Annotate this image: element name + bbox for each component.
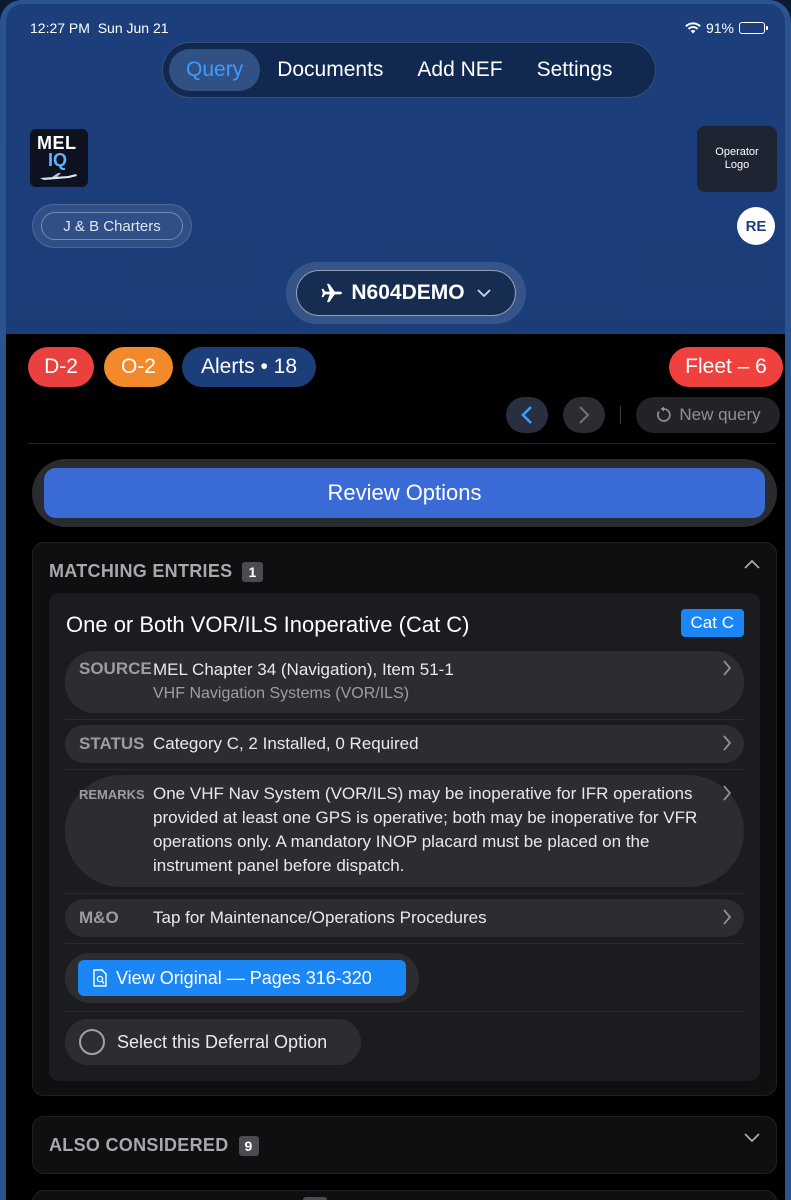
query-nav-row: New query: [6, 394, 785, 438]
section-title: ALSO CONSIDERED: [49, 1135, 229, 1155]
user-avatar[interactable]: RE: [737, 207, 775, 245]
deferral-o-badge[interactable]: O-2: [104, 347, 173, 387]
new-query-label: New query: [679, 405, 761, 424]
divider: [28, 443, 775, 444]
chevron-up-icon[interactable]: [744, 559, 760, 569]
status-value: Category C, 2 Installed, 0 Required: [153, 734, 419, 753]
app-logo-line2: IQ: [48, 150, 68, 170]
next-section-partial: [32, 1190, 777, 1200]
aircraft-selector[interactable]: N604DEMO: [286, 262, 526, 324]
mo-value: Tap for Maintenance/Operations Procedure…: [153, 908, 487, 927]
chevron-right-icon: [723, 909, 732, 925]
status-bar: 12:27 PM Sun Jun 21 91%: [30, 18, 768, 38]
also-considered-header[interactable]: ALSO CONSIDERED 9: [49, 1135, 259, 1156]
select-option-label: Select this Deferral Option: [117, 1031, 328, 1052]
next-button[interactable]: [563, 397, 605, 433]
row-divider: [65, 943, 744, 944]
remarks-label: REMARKS: [79, 787, 145, 802]
category-badge: Cat C: [680, 609, 744, 637]
fleet-badge[interactable]: Fleet – 6: [669, 347, 783, 387]
tab-query[interactable]: Query: [169, 49, 261, 91]
clock: 12:27 PM: [30, 20, 90, 36]
row-divider: [65, 1011, 744, 1012]
review-options-container: Review Options: [32, 459, 777, 527]
view-original-container: View Original — Pages 316-320: [65, 953, 419, 1003]
maintenance-operations-row[interactable]: M&O Tap for Maintenance/Operations Proce…: [65, 899, 744, 937]
row-divider: [65, 769, 744, 770]
aircraft-selector-button[interactable]: N604DEMO: [296, 270, 516, 316]
view-original-label: View Original — Pages 316-320: [116, 967, 372, 988]
app-window: 12:27 PM Sun Jun 21 91% Query Documents …: [0, 0, 791, 1200]
source-row[interactable]: SOURCE MEL Chapter 34 (Navigation), Item…: [65, 651, 744, 713]
radio-button[interactable]: [79, 1029, 105, 1055]
battery-percent: 91%: [705, 20, 734, 36]
chevron-down-icon[interactable]: [744, 1133, 760, 1143]
chevron-right-icon: [723, 660, 732, 676]
nav-separator: [620, 406, 621, 424]
tab-add-nef[interactable]: Add NEF: [400, 49, 519, 91]
app-logo: MEL IQ: [30, 129, 88, 187]
alerts-badge[interactable]: Alerts • 18: [182, 347, 316, 387]
deferral-d-badge[interactable]: D-2: [28, 347, 94, 387]
main-nav-tabs: Query Documents Add NEF Settings: [162, 42, 656, 98]
entry-title: One or Both VOR/ILS Inoperative (Cat C): [66, 612, 470, 637]
new-query-button[interactable]: New query: [636, 397, 780, 433]
operator-selector[interactable]: J & B Charters: [32, 204, 192, 248]
operator-logo: Operator Logo: [697, 126, 777, 192]
operator-name[interactable]: J & B Charters: [41, 212, 183, 240]
count-badge: 1: [242, 561, 263, 582]
select-deferral-option[interactable]: Select this Deferral Option: [65, 1019, 361, 1065]
tab-settings[interactable]: Settings: [520, 49, 630, 91]
status-time: 12:27 PM Sun Jun 21: [30, 20, 169, 36]
source-subtext: VHF Navigation Systems (VOR/ILS): [153, 685, 410, 702]
also-considered-section[interactable]: ALSO CONSIDERED 9: [32, 1116, 777, 1174]
refresh-icon: [657, 406, 672, 422]
view-original-button[interactable]: View Original — Pages 316-320: [78, 960, 406, 996]
status-row[interactable]: STATUS Category C, 2 Installed, 0 Requir…: [65, 725, 744, 763]
row-divider: [65, 893, 744, 894]
chevron-right-icon: [579, 406, 590, 424]
airplane-icon: [321, 283, 343, 303]
review-options-button[interactable]: Review Options: [44, 468, 765, 518]
tail-number: N604DEMO: [351, 281, 465, 304]
airplane-icon: [40, 173, 77, 180]
tab-documents[interactable]: Documents: [260, 49, 400, 91]
previous-button[interactable]: [506, 397, 548, 433]
source-text: MEL Chapter 34 (Navigation), Item 51-1: [153, 660, 454, 679]
document-search-icon: [93, 969, 107, 987]
status-label: STATUS: [79, 734, 145, 753]
section-title: MATCHING ENTRIES: [49, 561, 233, 581]
date: Sun Jun 21: [97, 20, 169, 36]
chevron-down-icon: [476, 288, 491, 297]
source-value: MEL Chapter 34 (Navigation), Item 51-1 V…: [153, 658, 704, 706]
count-badge: 9: [238, 1135, 259, 1156]
remarks-row[interactable]: REMARKS One VHF Nav System (VOR/ILS) may…: [65, 775, 744, 887]
chevron-right-icon: [723, 735, 732, 751]
entry-card: One or Both VOR/ILS Inoperative (Cat C) …: [49, 593, 760, 1081]
status-indicators: 91%: [685, 20, 768, 36]
row-divider: [65, 719, 744, 720]
remarks-value: One VHF Nav System (VOR/ILS) may be inop…: [153, 784, 698, 875]
chevron-right-icon: [723, 785, 732, 801]
source-label: SOURCE: [79, 659, 152, 678]
chevron-left-icon: [521, 406, 532, 424]
battery-icon: [739, 22, 768, 34]
matching-entries-section: MATCHING ENTRIES 1 One or Both VOR/ILS I…: [32, 542, 777, 1096]
mo-label: M&O: [79, 908, 119, 927]
wifi-icon: [685, 22, 701, 34]
matching-entries-header[interactable]: MATCHING ENTRIES 1: [49, 561, 263, 582]
content-area: D-2 O-2 Alerts • 18 Fleet – 6 New query …: [6, 334, 785, 1200]
